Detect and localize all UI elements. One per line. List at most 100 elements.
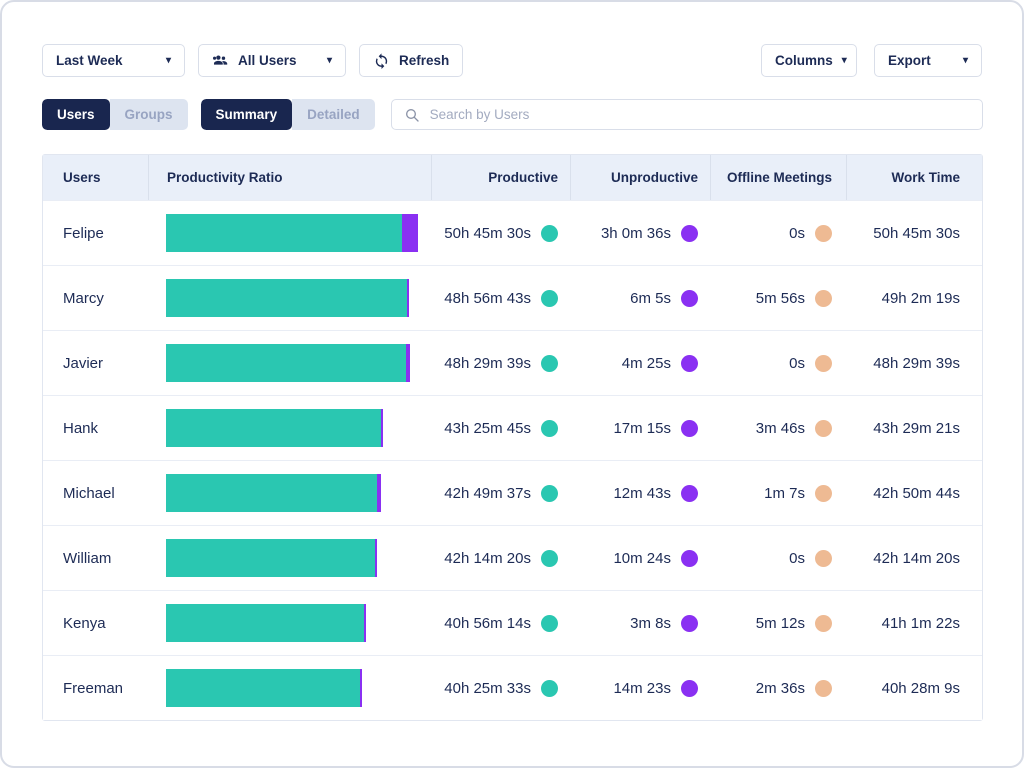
table-row[interactable]: Javier 48h 29m 39s 4m 25s 0s 48h 29m 39s — [43, 330, 982, 395]
users-filter-select[interactable]: All Users ▾ — [198, 44, 346, 77]
productive-value: 48h 29m 39s — [444, 355, 531, 372]
table-row[interactable]: Michael 42h 49m 37s 12m 43s 1m 7s 42h 50… — [43, 460, 982, 525]
productive-cell: 48h 29m 39s — [431, 331, 570, 395]
bar-fill — [166, 669, 362, 707]
user-name: William — [43, 526, 148, 590]
columns-label: Columns — [775, 53, 833, 68]
bar-productive-segment — [166, 604, 364, 642]
table-row[interactable]: Freeman 40h 25m 33s 14m 23s 2m 36s 40h 2… — [43, 655, 982, 720]
search-input[interactable] — [430, 107, 970, 122]
header-productivity-ratio: Productivity Ratio — [148, 155, 431, 200]
user-name: Michael — [43, 461, 148, 525]
unproductive-dot — [681, 485, 698, 502]
unproductive-cell: 3m 8s — [570, 591, 710, 655]
productive-dot — [541, 225, 558, 242]
export-select[interactable]: Export ▾ — [874, 44, 982, 77]
unproductive-dot — [681, 290, 698, 307]
offline-dot — [815, 225, 832, 242]
productive-dot — [541, 680, 558, 697]
bar-productive-segment — [166, 539, 375, 577]
columns-select[interactable]: Columns ▾ — [761, 44, 857, 77]
table-row[interactable]: Kenya 40h 56m 14s 3m 8s 5m 12s 41h 1m 22… — [43, 590, 982, 655]
bar-unproductive-segment — [360, 669, 362, 707]
period-select[interactable]: Last Week ▾ — [42, 44, 185, 77]
offline-meetings-cell: 0s — [710, 201, 846, 265]
productive-value: 40h 56m 14s — [444, 615, 531, 632]
unproductive-cell: 17m 15s — [570, 396, 710, 460]
tab-summary[interactable]: Summary — [201, 99, 293, 130]
offline-value: 0s — [789, 355, 805, 372]
unproductive-cell: 14m 23s — [570, 656, 710, 720]
offline-meetings-cell: 0s — [710, 331, 846, 395]
offline-meetings-cell: 5m 56s — [710, 266, 846, 330]
offline-meetings-cell: 0s — [710, 526, 846, 590]
productivity-bar — [166, 604, 418, 642]
productive-cell: 50h 45m 30s — [431, 201, 570, 265]
table-row[interactable]: William 42h 14m 20s 10m 24s 0s 42h 14m 2… — [43, 525, 982, 590]
table-row[interactable]: Hank 43h 25m 45s 17m 15s 3m 46s 43h 29m … — [43, 395, 982, 460]
productivity-ratio-cell — [148, 331, 431, 395]
productive-dot — [541, 290, 558, 307]
productive-dot — [541, 615, 558, 632]
productivity-bar — [166, 409, 418, 447]
user-name: Kenya — [43, 591, 148, 655]
offline-dot — [815, 550, 832, 567]
unproductive-dot — [681, 680, 698, 697]
offline-value: 1m 7s — [764, 485, 805, 502]
unproductive-dot — [681, 355, 698, 372]
unproductive-dot — [681, 550, 698, 567]
offline-meetings-cell: 1m 7s — [710, 461, 846, 525]
work-time-cell: 50h 45m 30s — [846, 201, 982, 265]
bar-fill — [166, 604, 366, 642]
refresh-button[interactable]: Refresh — [359, 44, 463, 77]
table-row[interactable]: Felipe 50h 45m 30s 3h 0m 36s 0s 50h 45m … — [43, 200, 982, 265]
chevron-down-icon: ▾ — [327, 55, 332, 66]
offline-dot — [815, 420, 832, 437]
offline-dot — [815, 355, 832, 372]
bar-productive-segment — [166, 474, 377, 512]
work-time-cell: 40h 28m 9s — [846, 656, 982, 720]
bar-fill — [166, 214, 418, 252]
productivity-bar — [166, 214, 418, 252]
work-time-value: 48h 29m 39s — [873, 355, 960, 372]
bar-productive-segment — [166, 409, 381, 447]
export-label: Export — [888, 53, 931, 68]
productive-cell: 43h 25m 45s — [431, 396, 570, 460]
productive-value: 40h 25m 33s — [444, 680, 531, 697]
productive-value: 43h 25m 45s — [444, 420, 531, 437]
unproductive-dot — [681, 615, 698, 632]
search-box[interactable] — [391, 99, 983, 130]
work-time-value: 50h 45m 30s — [873, 225, 960, 242]
bar-unproductive-segment — [406, 344, 410, 382]
user-name: Freeman — [43, 656, 148, 720]
offline-value: 5m 12s — [756, 615, 805, 632]
productivity-ratio-cell — [148, 461, 431, 525]
offline-dot — [815, 615, 832, 632]
productive-value: 42h 14m 20s — [444, 550, 531, 567]
chevron-down-icon: ▾ — [166, 55, 171, 66]
table-row[interactable]: Marcy 48h 56m 43s 6m 5s 5m 56s 49h 2m 19… — [43, 265, 982, 330]
app-window: Last Week ▾ All Users ▾ Refresh — [0, 0, 1024, 768]
work-time-cell: 42h 50m 44s — [846, 461, 982, 525]
table-body: Felipe 50h 45m 30s 3h 0m 36s 0s 50h 45m … — [43, 200, 982, 720]
offline-value: 3m 46s — [756, 420, 805, 437]
tab-groups[interactable]: Groups — [110, 99, 188, 130]
search-icon — [404, 107, 420, 123]
bar-fill — [166, 409, 383, 447]
refresh-icon — [373, 52, 390, 69]
productive-dot — [541, 485, 558, 502]
toolbar-right-group: Columns ▾ Export ▾ — [761, 44, 982, 77]
offline-meetings-cell: 2m 36s — [710, 656, 846, 720]
productive-value: 48h 56m 43s — [444, 290, 531, 307]
offline-dot — [815, 680, 832, 697]
work-time-value: 40h 28m 9s — [882, 680, 960, 697]
unproductive-dot — [681, 420, 698, 437]
tab-users[interactable]: Users — [42, 99, 110, 130]
productivity-ratio-cell — [148, 201, 431, 265]
offline-value: 0s — [789, 550, 805, 567]
users-filter-value: All Users — [238, 53, 297, 68]
productive-cell: 40h 25m 33s — [431, 656, 570, 720]
unproductive-cell: 6m 5s — [570, 266, 710, 330]
unproductive-value: 3h 0m 36s — [601, 225, 671, 242]
tab-detailed[interactable]: Detailed — [292, 99, 375, 130]
